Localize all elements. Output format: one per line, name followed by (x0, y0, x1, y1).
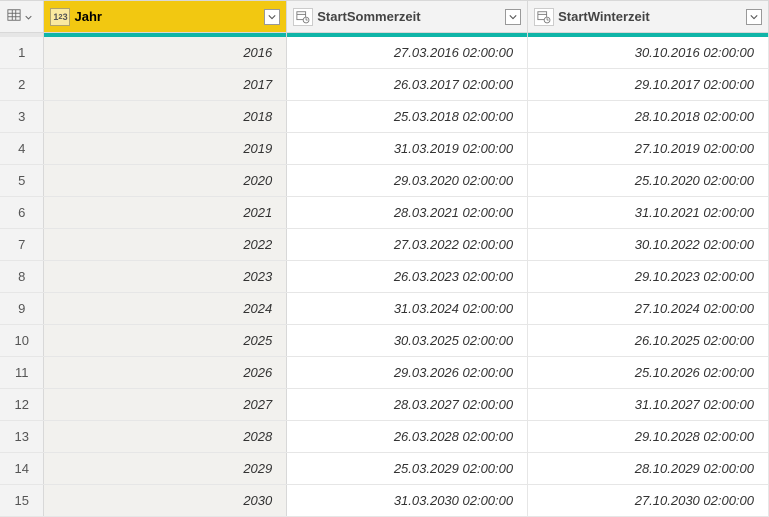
cell-startsommerzeit[interactable]: 25.03.2018 02:00:00 (287, 101, 528, 133)
cell-jahr[interactable]: 2025 (44, 325, 287, 357)
cell-startwinterzeit[interactable]: 26.10.2025 02:00:00 (528, 325, 769, 357)
cell-jahr[interactable]: 2022 (44, 229, 287, 261)
row-number[interactable]: 15 (0, 485, 44, 517)
cell-startwinterzeit[interactable]: 31.10.2021 02:00:00 (528, 197, 769, 229)
cell-jahr[interactable]: 2017 (44, 69, 287, 101)
table-row[interactable]: 8202326.03.2023 02:00:0029.10.2023 02:00… (0, 261, 769, 293)
cell-startsommerzeit[interactable]: 31.03.2024 02:00:00 (287, 293, 528, 325)
table-row[interactable]: 2201726.03.2017 02:00:0029.10.2017 02:00… (0, 69, 769, 101)
table-row[interactable]: 5202029.03.2020 02:00:0025.10.2020 02:00… (0, 165, 769, 197)
row-number[interactable]: 9 (0, 293, 44, 325)
column-filter-dropdown[interactable] (264, 9, 280, 25)
cell-startwinterzeit[interactable]: 30.10.2016 02:00:00 (528, 37, 769, 69)
column-header-startsommerzeit[interactable]: StartSommerzeit (287, 1, 528, 33)
cell-jahr[interactable]: 2023 (44, 261, 287, 293)
column-label: Jahr (74, 9, 260, 24)
cell-startsommerzeit[interactable]: 31.03.2019 02:00:00 (287, 133, 528, 165)
cell-startwinterzeit[interactable]: 27.10.2030 02:00:00 (528, 485, 769, 517)
table-row[interactable]: 3201825.03.2018 02:00:0028.10.2018 02:00… (0, 101, 769, 133)
row-number[interactable]: 11 (0, 357, 44, 389)
cell-startsommerzeit[interactable]: 26.03.2028 02:00:00 (287, 421, 528, 453)
cell-jahr[interactable]: 2021 (44, 197, 287, 229)
data-grid: 123 Jahr StartSommerzeit (0, 0, 769, 517)
row-number[interactable]: 8 (0, 261, 44, 293)
row-number[interactable]: 12 (0, 389, 44, 421)
row-number[interactable]: 7 (0, 229, 44, 261)
chevron-down-icon (25, 9, 32, 24)
table-row[interactable]: 12202728.03.2027 02:00:0031.10.2027 02:0… (0, 389, 769, 421)
datetime-type-icon[interactable] (534, 8, 554, 26)
cell-startsommerzeit[interactable]: 26.03.2023 02:00:00 (287, 261, 528, 293)
table-row[interactable]: 6202128.03.2021 02:00:0031.10.2021 02:00… (0, 197, 769, 229)
cell-startsommerzeit[interactable]: 27.03.2022 02:00:00 (287, 229, 528, 261)
row-number[interactable]: 5 (0, 165, 44, 197)
cell-startsommerzeit[interactable]: 31.03.2030 02:00:00 (287, 485, 528, 517)
cell-startsommerzeit[interactable]: 26.03.2017 02:00:00 (287, 69, 528, 101)
cell-jahr[interactable]: 2024 (44, 293, 287, 325)
cell-jahr[interactable]: 2026 (44, 357, 287, 389)
row-number[interactable]: 6 (0, 197, 44, 229)
column-header-startwinterzeit[interactable]: StartWinterzeit (528, 1, 769, 33)
number-type-icon[interactable]: 123 (50, 8, 70, 26)
table-row[interactable]: 10202530.03.2025 02:00:0026.10.2025 02:0… (0, 325, 769, 357)
table-row[interactable]: 11202629.03.2026 02:00:0025.10.2026 02:0… (0, 357, 769, 389)
table-row[interactable]: 4201931.03.2019 02:00:0027.10.2019 02:00… (0, 133, 769, 165)
cell-jahr[interactable]: 2019 (44, 133, 287, 165)
row-number[interactable]: 10 (0, 325, 44, 357)
table-row[interactable]: 15203031.03.2030 02:00:0027.10.2030 02:0… (0, 485, 769, 517)
cell-startwinterzeit[interactable]: 29.10.2028 02:00:00 (528, 421, 769, 453)
cell-startsommerzeit[interactable]: 27.03.2016 02:00:00 (287, 37, 528, 69)
cell-startwinterzeit[interactable]: 25.10.2026 02:00:00 (528, 357, 769, 389)
cell-startsommerzeit[interactable]: 29.03.2020 02:00:00 (287, 165, 528, 197)
row-number[interactable]: 2 (0, 69, 44, 101)
row-number[interactable]: 14 (0, 453, 44, 485)
table-row[interactable]: 13202826.03.2028 02:00:0029.10.2028 02:0… (0, 421, 769, 453)
cell-jahr[interactable]: 2030 (44, 485, 287, 517)
column-filter-dropdown[interactable] (746, 9, 762, 25)
cell-startwinterzeit[interactable]: 27.10.2024 02:00:00 (528, 293, 769, 325)
cell-jahr[interactable]: 2029 (44, 453, 287, 485)
row-number[interactable]: 4 (0, 133, 44, 165)
column-header-jahr[interactable]: 123 Jahr (44, 1, 287, 33)
cell-startsommerzeit[interactable]: 28.03.2027 02:00:00 (287, 389, 528, 421)
cell-startsommerzeit[interactable]: 30.03.2025 02:00:00 (287, 325, 528, 357)
cell-startwinterzeit[interactable]: 27.10.2019 02:00:00 (528, 133, 769, 165)
table-menu-header[interactable] (0, 1, 44, 33)
table-icon (7, 8, 21, 25)
cell-startsommerzeit[interactable]: 29.03.2026 02:00:00 (287, 357, 528, 389)
table-row[interactable]: 1201627.03.2016 02:00:0030.10.2016 02:00… (0, 37, 769, 69)
cell-startsommerzeit[interactable]: 25.03.2029 02:00:00 (287, 453, 528, 485)
row-number[interactable]: 3 (0, 101, 44, 133)
cell-jahr[interactable]: 2016 (44, 37, 287, 69)
cell-jahr[interactable]: 2027 (44, 389, 287, 421)
cell-startwinterzeit[interactable]: 31.10.2027 02:00:00 (528, 389, 769, 421)
cell-startwinterzeit[interactable]: 29.10.2023 02:00:00 (528, 261, 769, 293)
cell-startwinterzeit[interactable]: 25.10.2020 02:00:00 (528, 165, 769, 197)
row-number[interactable]: 13 (0, 421, 44, 453)
table-row[interactable]: 9202431.03.2024 02:00:0027.10.2024 02:00… (0, 293, 769, 325)
column-label: StartWinterzeit (558, 9, 742, 24)
cell-jahr[interactable]: 2018 (44, 101, 287, 133)
cell-startwinterzeit[interactable]: 28.10.2029 02:00:00 (528, 453, 769, 485)
table-row[interactable]: 7202227.03.2022 02:00:0030.10.2022 02:00… (0, 229, 769, 261)
cell-jahr[interactable]: 2020 (44, 165, 287, 197)
cell-startwinterzeit[interactable]: 30.10.2022 02:00:00 (528, 229, 769, 261)
column-header-row: 123 Jahr StartSommerzeit (0, 1, 769, 33)
column-label: StartSommerzeit (317, 9, 501, 24)
cell-startwinterzeit[interactable]: 28.10.2018 02:00:00 (528, 101, 769, 133)
cell-startsommerzeit[interactable]: 28.03.2021 02:00:00 (287, 197, 528, 229)
column-filter-dropdown[interactable] (505, 9, 521, 25)
cell-jahr[interactable]: 2028 (44, 421, 287, 453)
datetime-type-icon[interactable] (293, 8, 313, 26)
row-number[interactable]: 1 (0, 37, 44, 69)
cell-startwinterzeit[interactable]: 29.10.2017 02:00:00 (528, 69, 769, 101)
table-row[interactable]: 14202925.03.2029 02:00:0028.10.2029 02:0… (0, 453, 769, 485)
